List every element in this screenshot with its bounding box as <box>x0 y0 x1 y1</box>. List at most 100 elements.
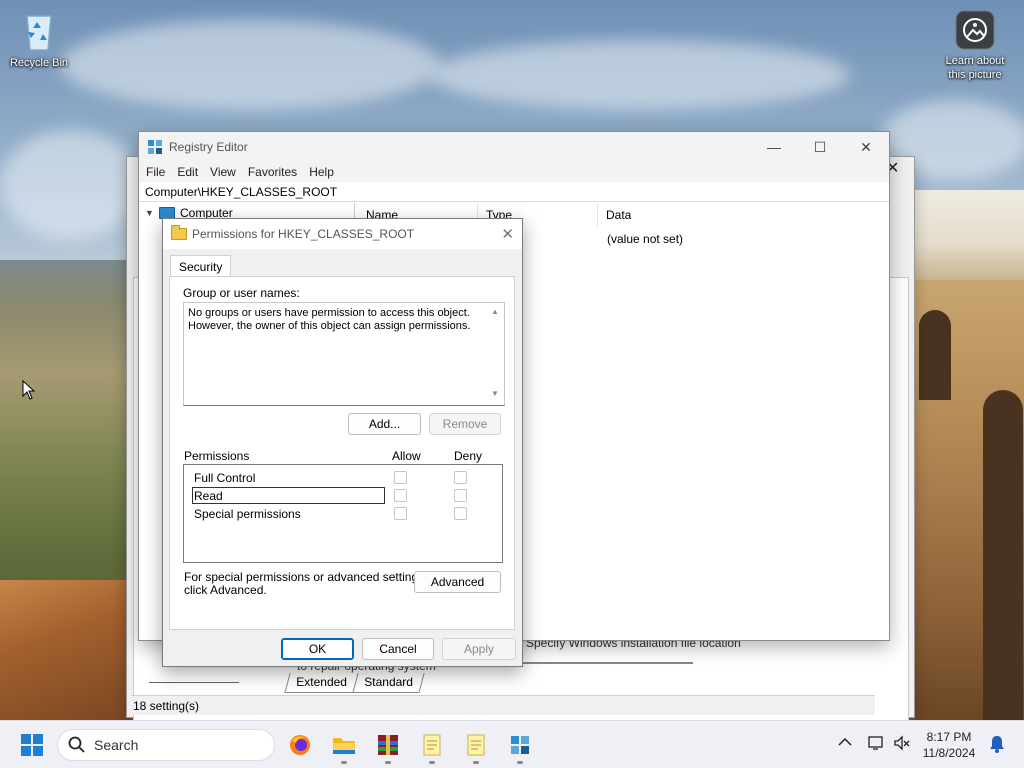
add-button[interactable]: Add... <box>348 413 421 435</box>
permission-row-read[interactable]: Read <box>184 487 502 505</box>
winrar-icon <box>378 735 398 755</box>
apply-button-label: Apply <box>463 642 495 656</box>
taskbar-search-box[interactable]: Search <box>57 729 275 761</box>
value-data-cell[interactable]: (value not set) <box>607 232 683 246</box>
allow-checkbox[interactable] <box>394 489 407 502</box>
tab-standard-label: Standard <box>363 675 413 689</box>
deny-label: Deny <box>454 449 483 463</box>
taskbar-app-firefox[interactable] <box>286 731 314 759</box>
permissions-dialog[interactable]: Permissions for HKEY_CLASSES_ROOT ✕ Secu… <box>162 218 523 667</box>
ok-button[interactable]: OK <box>281 638 354 660</box>
start-button[interactable] <box>18 731 46 759</box>
column-data[interactable]: Data <box>598 203 878 227</box>
network-tray-button[interactable] <box>868 735 886 754</box>
running-indicator <box>473 761 479 764</box>
running-indicator <box>517 761 523 764</box>
permission-row-special[interactable]: Special permissions <box>184 505 502 523</box>
special-text-line-1: For special permissions or advanced sett… <box>184 570 428 584</box>
cloud <box>0 130 140 240</box>
permissions-titlebar[interactable]: Permissions for HKEY_CLASSES_ROOT ✕ <box>163 219 522 249</box>
address-bar[interactable]: Computer\HKEY_CLASSES_ROOT <box>139 182 889 202</box>
menu-help[interactable]: Help <box>305 165 342 179</box>
minimize-button[interactable]: — <box>751 132 797 162</box>
permission-name: Read <box>194 489 223 503</box>
close-icon[interactable]: ✕ <box>501 225 514 243</box>
learn-about-picture-shortcut[interactable]: Learn about this picture <box>937 10 1013 82</box>
landscape-bridge <box>915 280 1024 720</box>
groups-message: No groups or users have permission to ac… <box>188 307 488 333</box>
taskbar-app-notepad[interactable] <box>418 731 446 759</box>
background-scrollbar[interactable] <box>149 682 239 683</box>
registry-editor-icon <box>511 736 529 754</box>
menu-file[interactable]: File <box>142 165 173 179</box>
chevron-down-icon[interactable]: ▼ <box>145 208 157 218</box>
tab-security[interactable]: Security <box>170 255 232 277</box>
vertical-scrollbar[interactable]: ▲ ▼ <box>488 303 504 405</box>
tab-extended[interactable]: Extended <box>284 673 359 693</box>
registry-editor-icon <box>148 140 162 154</box>
taskbar-app-winrar[interactable] <box>374 731 402 759</box>
notepad-icon <box>467 734 485 756</box>
groups-message-line-1: No groups or users have permission to ac… <box>188 307 470 319</box>
permission-row-full-control[interactable]: Full Control <box>184 469 502 487</box>
taskbar-app-notepad-2[interactable] <box>462 731 490 759</box>
menu-favorites[interactable]: Favorites <box>244 165 305 179</box>
allow-checkbox[interactable] <box>394 471 407 484</box>
background-status-bar: 18 setting(s) <box>131 695 875 715</box>
permissions-list[interactable]: Full Control Read Special permissions <box>183 464 503 563</box>
advanced-button[interactable]: Advanced <box>414 571 501 593</box>
clock[interactable]: 8:17 PM 11/8/2024 <box>918 729 980 761</box>
show-hidden-icons-button[interactable] <box>838 736 852 750</box>
folder-icon <box>171 225 187 240</box>
deny-checkbox[interactable] <box>454 471 467 484</box>
maximize-button[interactable]: ☐ <box>797 132 843 162</box>
window-controls: — ☐ ✕ <box>751 132 889 162</box>
recycle-bin-icon <box>26 15 52 51</box>
minimize-icon: — <box>767 139 781 155</box>
deny-checkbox[interactable] <box>454 489 467 502</box>
allow-label: Allow <box>392 449 421 463</box>
recycle-bin-shortcut[interactable]: Recycle Bin <box>1 10 77 70</box>
notifications-button[interactable] <box>989 735 1005 756</box>
bridge-arch <box>983 390 1023 720</box>
cancel-button[interactable]: Cancel <box>362 638 434 660</box>
chevron-up-icon <box>838 737 852 746</box>
scroll-up-icon[interactable]: ▲ <box>491 307 499 316</box>
allow-checkbox[interactable] <box>394 507 407 520</box>
close-button[interactable]: ✕ <box>843 132 889 162</box>
permission-name: Special permissions <box>194 507 301 521</box>
deny-checkbox[interactable] <box>454 507 467 520</box>
landscape-town <box>915 190 1024 280</box>
close-icon: ✕ <box>860 138 872 155</box>
remove-button-label: Remove <box>442 417 488 431</box>
firefox-icon <box>290 735 310 755</box>
window-title: Registry Editor <box>169 140 248 154</box>
learn-picture-label-2: this picture <box>948 69 1002 81</box>
remove-button[interactable]: Remove <box>429 413 501 435</box>
status-text: 18 setting(s) <box>133 699 200 713</box>
special-permissions-text: For special permissions or advanced sett… <box>184 571 427 597</box>
volume-tray-button[interactable] <box>893 735 911 754</box>
tab-standard[interactable]: Standard <box>352 673 425 693</box>
learn-picture-icon <box>955 10 995 50</box>
permissions-label: Permissions <box>184 449 250 463</box>
notepad-icon <box>423 734 441 756</box>
recycle-bin-label: Recycle Bin <box>9 57 69 69</box>
permission-name: Full Control <box>194 471 256 485</box>
maximize-icon: ☐ <box>813 138 827 155</box>
scroll-down-icon[interactable]: ▼ <box>491 389 499 398</box>
menu-view[interactable]: View <box>206 165 244 179</box>
taskbar-app-file-explorer[interactable] <box>330 731 358 759</box>
cancel-button-label: Cancel <box>379 642 417 656</box>
apply-button[interactable]: Apply <box>442 638 516 660</box>
bridge-arch <box>919 310 951 400</box>
speaker-muted-icon <box>894 735 910 751</box>
group-user-list[interactable]: No groups or users have permission to ac… <box>183 302 505 406</box>
registry-editor-titlebar[interactable]: Registry Editor — ☐ ✕ <box>139 132 889 162</box>
menu-edit[interactable]: Edit <box>173 165 206 179</box>
mouse-cursor-icon <box>22 380 36 400</box>
landscape-cliff <box>0 580 140 720</box>
taskbar-app-registry-editor[interactable] <box>506 731 534 759</box>
background-tab-strip: Extended Standard <box>284 673 425 693</box>
running-indicator <box>429 761 435 764</box>
